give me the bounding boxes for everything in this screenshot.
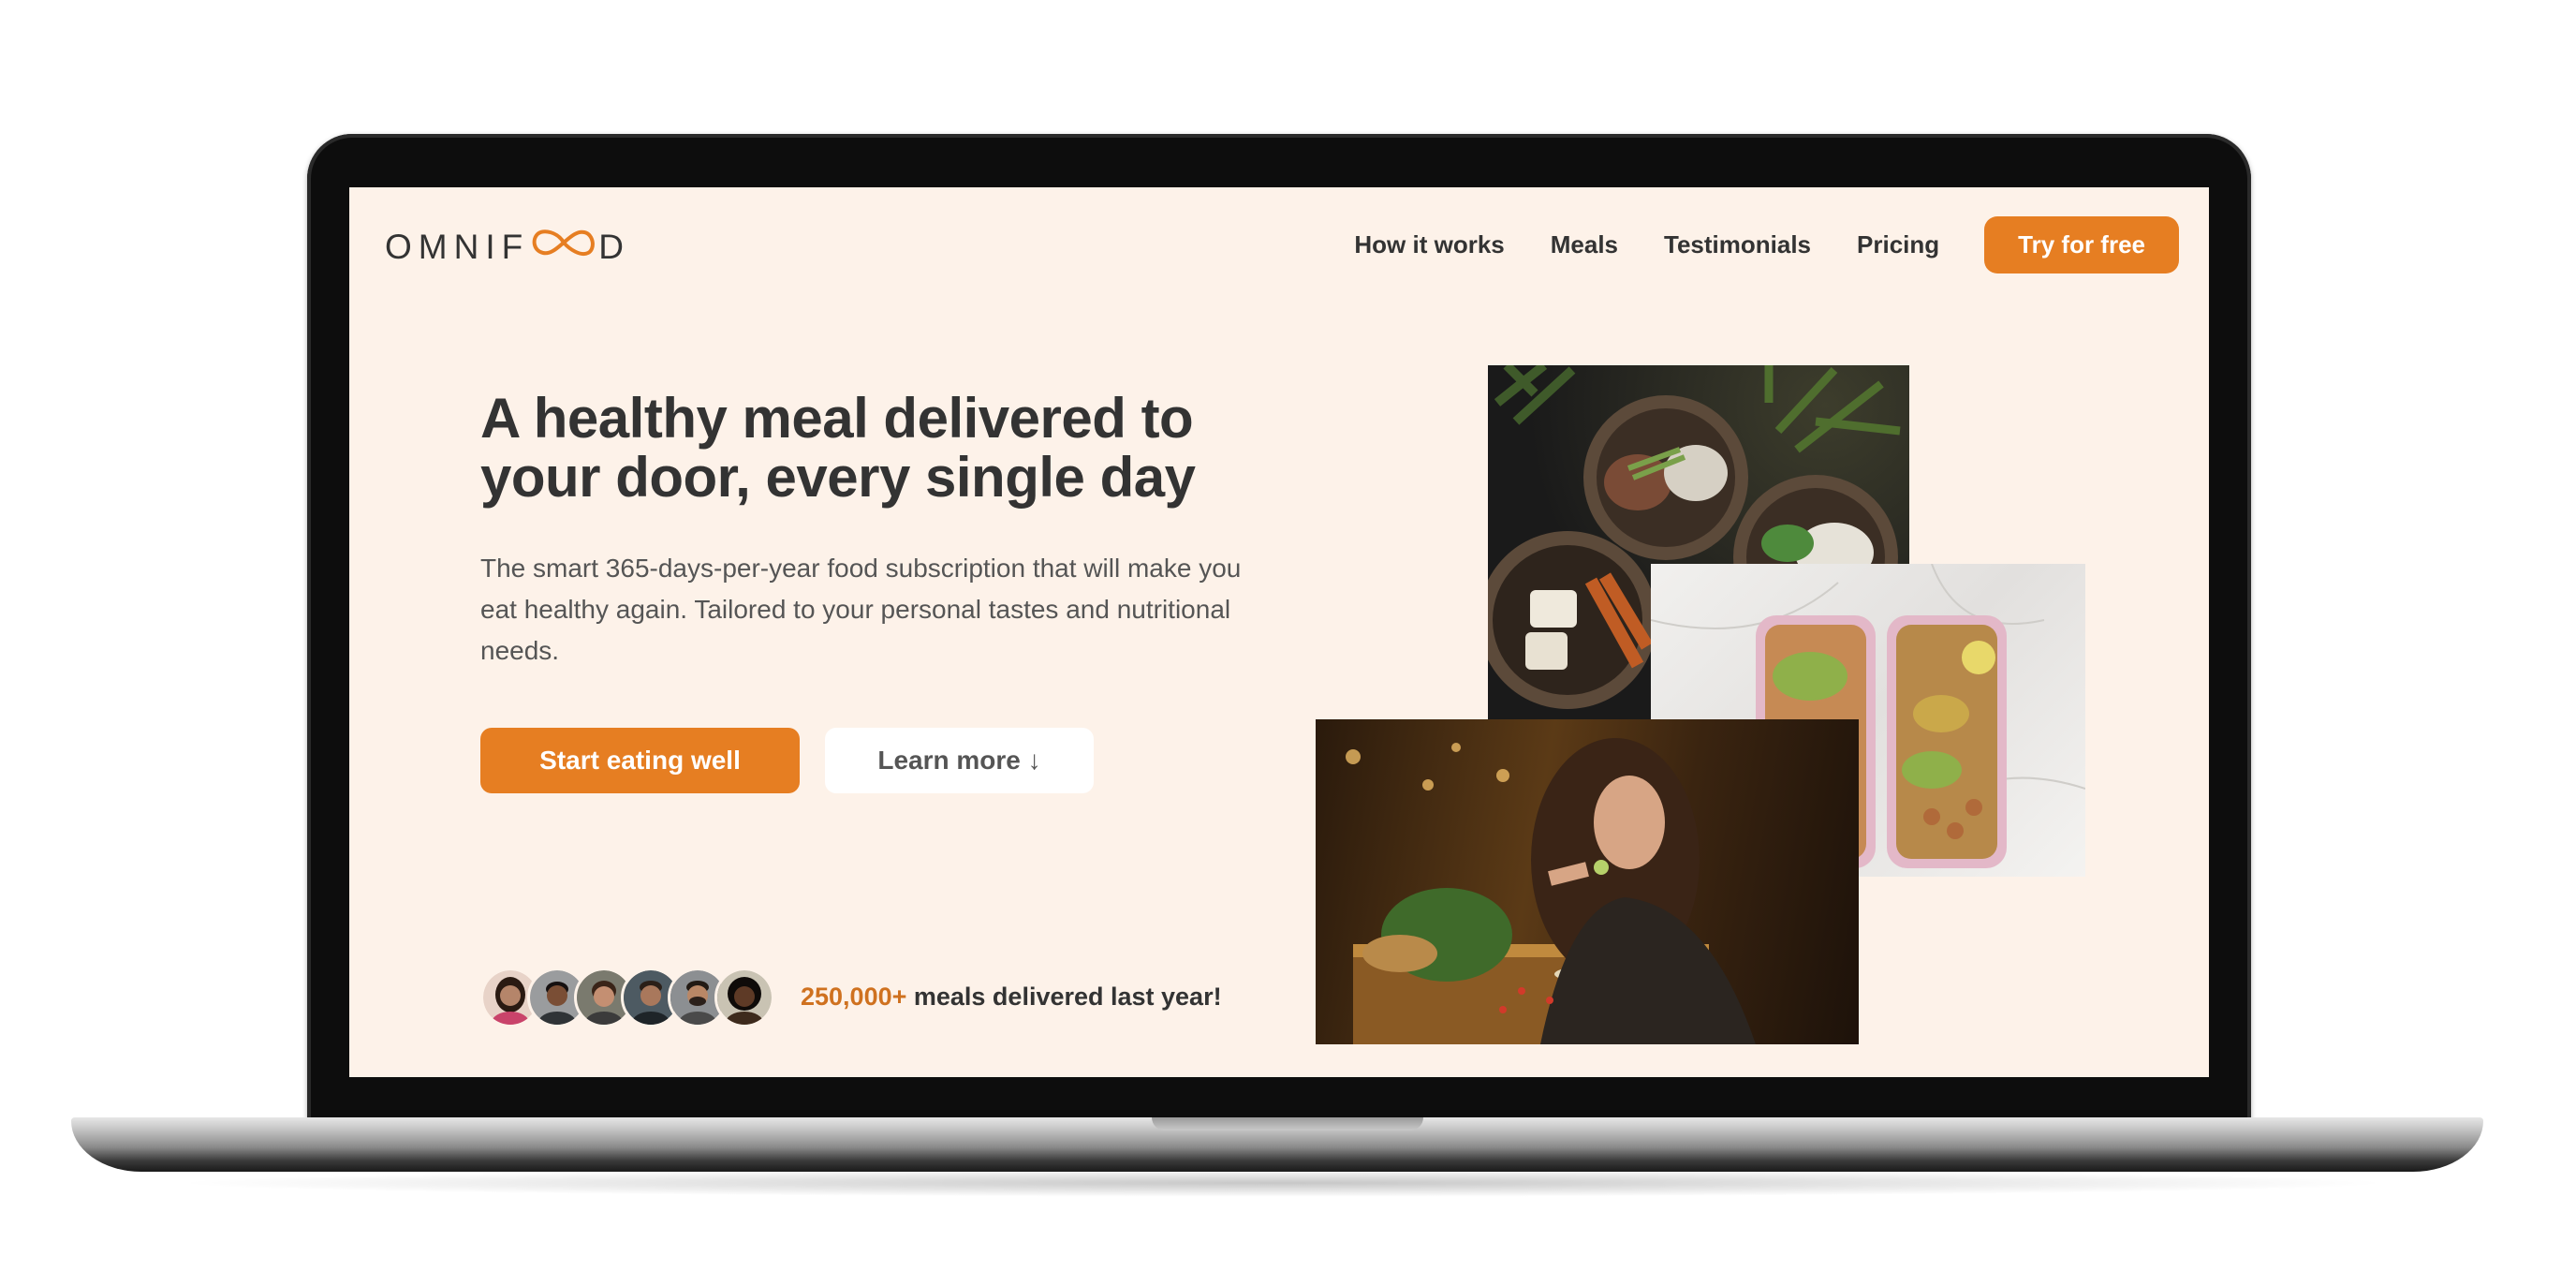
customer-avatars [480, 967, 774, 1027]
hero-text-box: A healthy meal delivered to your door, e… [480, 389, 1286, 793]
omnifood-logo[interactable]: OMNIF D [385, 227, 630, 267]
logo-text-left: OMNIF [385, 227, 530, 266]
laptop-notch [1152, 1117, 1423, 1131]
start-eating-well-button[interactable]: Start eating well [480, 728, 800, 793]
infinity-logo-icon [530, 227, 597, 267]
main-nav: How it works Meals Testimonials Pricing … [1308, 216, 2179, 273]
hero-buttons: Start eating well Learn more ↓ [480, 728, 1286, 793]
try-for-free-button[interactable]: Try for free [1984, 216, 2179, 273]
laptop-screen: OMNIF D How it works Meals Testimonials … [349, 187, 2209, 1077]
delivered-meals-label: meals delivered last year! [906, 983, 1222, 1011]
laptop-shadow [169, 1169, 2397, 1197]
woman-eating-photo [1316, 719, 1859, 1044]
nav-link-meals[interactable]: Meals [1551, 230, 1618, 259]
logo-text-right: D [598, 227, 630, 266]
nav-link-testimonials[interactable]: Testimonials [1664, 230, 1811, 259]
hero-description: The smart 365-days-per-year food subscri… [480, 554, 1242, 665]
delivered-meals-text: 250,000+ meals delivered last year! [801, 983, 1222, 1012]
avatar [714, 967, 774, 1027]
delivered-meals-count: 250,000+ [801, 983, 907, 1011]
learn-more-button[interactable]: Learn more ↓ [825, 728, 1094, 793]
hero-headline: A healthy meal delivered to your door, e… [480, 387, 1196, 509]
nav-link-how-it-works[interactable]: How it works [1354, 230, 1504, 259]
nav-link-pricing[interactable]: Pricing [1857, 230, 1939, 259]
delivered-meals: 250,000+ meals delivered last year! [480, 957, 1222, 1037]
